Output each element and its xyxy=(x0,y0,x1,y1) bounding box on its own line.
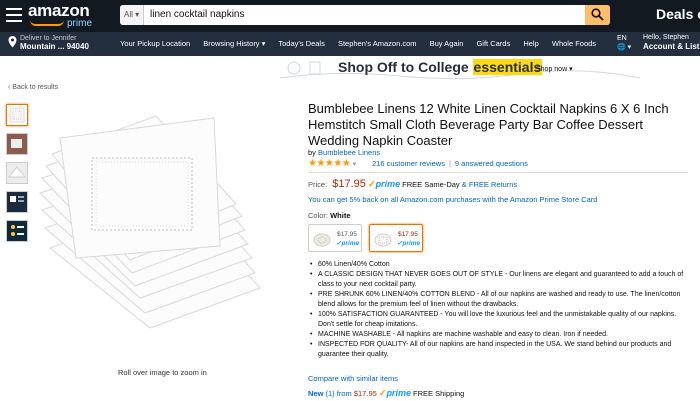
feature-bullet: PRE SHRUNK 60% LINEN/40% COTTON BLEND - … xyxy=(308,290,693,310)
search-button[interactable] xyxy=(585,5,610,25)
swatch-1-prime: ✓prime xyxy=(336,240,360,247)
location-pin-icon xyxy=(8,36,17,48)
back-to-results-link[interactable]: ‹ Back to results xyxy=(8,84,58,91)
color-label-text: Color: xyxy=(308,211,331,220)
price-row: Price: $17.95 ✓prime FREE Same-Day & FRE… xyxy=(308,178,517,190)
compare-similar-link[interactable]: Compare with similar items xyxy=(308,374,398,383)
banner-shop-now[interactable]: Shop now ▾ xyxy=(536,65,573,73)
info-card-thumb-icon xyxy=(7,192,27,212)
nav-link-gift-cards[interactable]: Gift Cards xyxy=(476,39,510,48)
deliver-to-label[interactable]: Deliver to Jennifer xyxy=(20,35,76,42)
promo-banner[interactable]: Shop Off to College essentials xyxy=(338,59,543,75)
nav-link-stephens-amazon[interactable]: Stephen's Amazon.com xyxy=(338,39,417,48)
banner-highlight: essentials xyxy=(472,59,543,75)
prime-check-icon: ✓ xyxy=(368,179,376,189)
product-title: Bumblebee Linens 12 White Linen Cocktail… xyxy=(308,101,669,148)
color-swatch-1[interactable]: $17.95 ✓prime xyxy=(308,224,362,252)
divider xyxy=(308,172,688,173)
thumbnail-2[interactable] xyxy=(6,133,28,155)
account-greeting[interactable]: Hello, Stephen xyxy=(643,34,689,41)
menu-icon[interactable] xyxy=(6,8,22,22)
star-rating[interactable]: ★★★★★ ▾ xyxy=(308,158,356,169)
table-setting-thumb-icon xyxy=(7,134,27,154)
brand-line: by Bumblebee Linens xyxy=(308,148,380,157)
customer-reviews-link[interactable]: 216 customer reviews xyxy=(372,159,445,168)
price-value: $17.95 xyxy=(332,178,366,190)
subnav-links: Your Pickup Location Browsing History ▾ … xyxy=(120,39,607,48)
deliver-to-location[interactable]: Mountain ... 94040 xyxy=(20,42,89,51)
search-category-select[interactable]: All ▾ xyxy=(120,5,144,25)
search-icon xyxy=(591,8,604,21)
thumbnail-3[interactable] xyxy=(6,162,28,184)
globe-icon: 🌐 ▾ xyxy=(617,44,632,51)
rating-dropdown-icon[interactable]: ▾ xyxy=(353,161,357,168)
rating-stars: ★★★★★ xyxy=(308,158,351,169)
color-swatch-2[interactable]: $17.95 ✓prime xyxy=(369,224,423,252)
swatch-napkin-lace-icon xyxy=(313,233,331,247)
banner-text: Shop Off to College xyxy=(338,59,473,75)
answered-questions-link[interactable]: 9 answered questions xyxy=(455,159,528,168)
search-input[interactable] xyxy=(148,5,578,25)
same-day-label: FREE Same-Day xyxy=(402,180,460,189)
free-shipping-label: FREE Shipping xyxy=(413,389,465,398)
new-offers-count[interactable]: (1) from xyxy=(323,389,353,398)
reviews-separator: | xyxy=(448,159,451,168)
reviews-row: 216 customer reviews | 9 answered question… xyxy=(372,159,528,168)
product-main-image[interactable] xyxy=(30,98,290,368)
nav-link-todays-deals[interactable]: Today's Deals xyxy=(278,39,324,48)
brand-link[interactable]: Bumblebee Linens xyxy=(318,148,380,157)
swatch-1-price: $17.95 xyxy=(337,231,357,238)
brand-prefix: by xyxy=(308,148,319,157)
new-prime-logo: prime xyxy=(386,388,411,398)
nav-link-pickup[interactable]: Your Pickup Location xyxy=(120,39,190,48)
free-returns-link[interactable]: FREE Returns xyxy=(469,180,517,189)
language-selector[interactable]: EN xyxy=(617,35,627,42)
rollover-hint: Roll over image to zoom in xyxy=(118,368,207,377)
feature-bullet: INSPECTED FOR QUALITY- All of our napkin… xyxy=(308,340,693,360)
deals-banner-link[interactable]: Deals o xyxy=(656,6,700,22)
feature-bullets: 60% Linen/40% Cotton A CLASSIC DESIGN TH… xyxy=(308,260,693,360)
search-category-label: All xyxy=(124,10,133,19)
color-label: Color: White xyxy=(308,211,351,220)
thumbnail-1[interactable] xyxy=(6,104,28,126)
new-offers-row: New (1) from $17.95 ✓prime FREE Shipping xyxy=(308,388,464,399)
logo-smile-icon xyxy=(30,20,64,26)
feature-bullet: 60% Linen/40% Cotton xyxy=(308,260,693,270)
thumbnail-4[interactable] xyxy=(6,191,28,213)
search-bar: All ▾ xyxy=(120,5,610,25)
price-label: Price: xyxy=(308,180,328,189)
free-returns-prefix: & xyxy=(461,180,469,189)
nav-link-whole-foods[interactable]: Whole Foods xyxy=(552,39,596,48)
feature-bullet: MACHINE WASHABLE - All napkins are machi… xyxy=(308,330,693,340)
new-offers-price: $17.95 xyxy=(353,389,377,398)
color-value: White xyxy=(330,211,351,220)
swatch-2-price: $17.95 xyxy=(398,231,418,238)
swatch-napkin-white-icon xyxy=(374,233,392,247)
account-lists-link[interactable]: Account & Lists xyxy=(643,42,700,51)
new-offers-label[interactable]: New xyxy=(308,389,323,398)
prime-card-promo-link[interactable]: You can get 5% back on all Amazon.com pu… xyxy=(308,195,597,204)
napkin-thumb-icon xyxy=(9,107,25,123)
thumbnail-5[interactable] xyxy=(6,220,28,242)
nav-link-browsing-history[interactable]: Browsing History ▾ xyxy=(203,39,265,48)
feature-bullet: 100% SATISFACTION GUARANTEED - You will … xyxy=(308,310,693,330)
logo-prime-label: prime xyxy=(67,18,93,29)
napkin-closeup-thumb-icon xyxy=(7,163,27,183)
features-thumb-icon xyxy=(7,221,27,241)
prime-logo[interactable]: prime xyxy=(376,179,401,189)
feature-bullet: A CLASSIC DESIGN THAT NEVER GOES OUT OF … xyxy=(308,270,693,290)
nav-link-buy-again[interactable]: Buy Again xyxy=(430,39,464,48)
swatch-2-prime: ✓prime xyxy=(397,240,421,247)
nav-link-help[interactable]: Help xyxy=(523,39,538,48)
